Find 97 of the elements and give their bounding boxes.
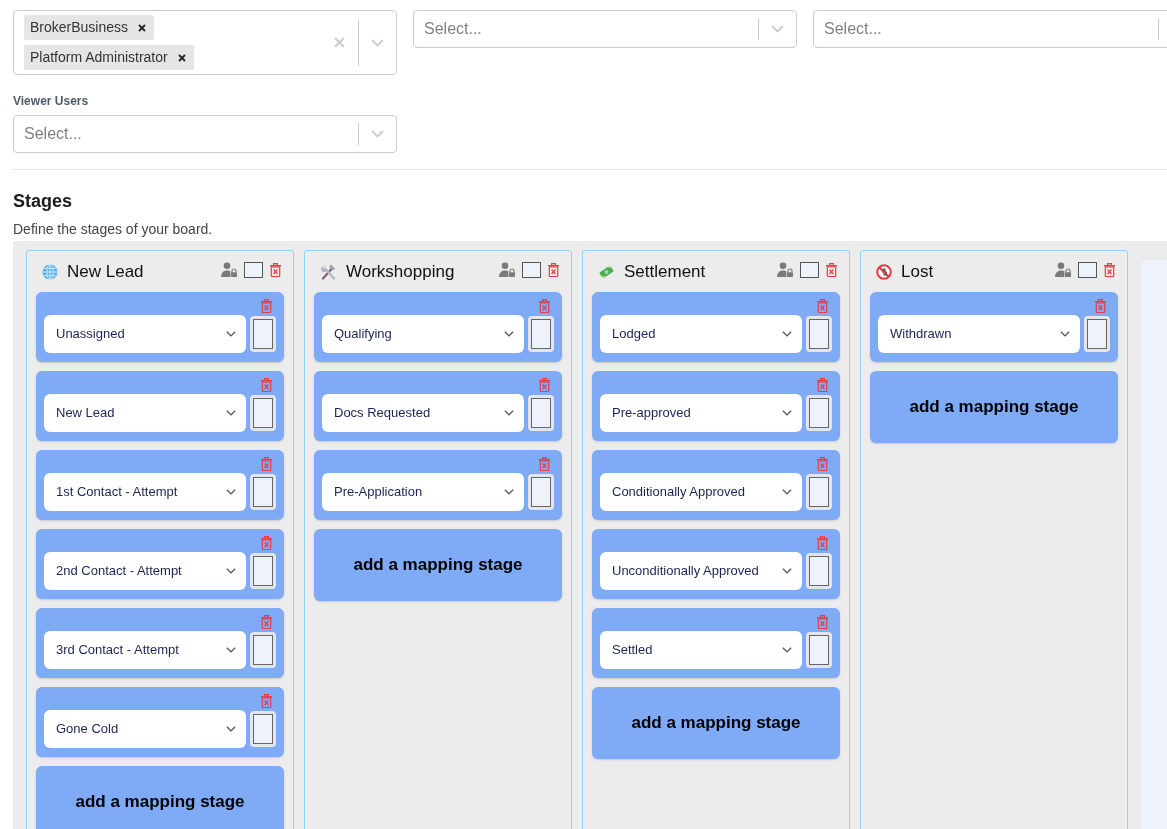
remove-icon[interactable]	[177, 53, 186, 62]
user-lock-icon[interactable]	[221, 262, 237, 277]
chevron-down-icon[interactable]	[782, 410, 793, 416]
add-mapping-button[interactable]: add a mapping stage	[36, 766, 284, 829]
section-description: Define the stages of your board.	[13, 220, 214, 238]
color-picker[interactable]	[250, 632, 276, 668]
chevron-down-icon[interactable]	[782, 568, 793, 574]
add-mapping-button[interactable]: add a mapping stage	[592, 687, 840, 759]
user-lock-icon[interactable]	[1055, 262, 1071, 277]
add-mapping-button[interactable]: add a mapping stage	[314, 529, 562, 601]
trash-icon[interactable]	[1104, 262, 1115, 277]
color-picker[interactable]	[250, 711, 276, 747]
stage-select[interactable]: Unassigned	[44, 315, 247, 353]
color-picker[interactable]	[1078, 261, 1097, 278]
column-title: Workshopping	[346, 260, 455, 283]
select-value: Pre-approved	[612, 404, 692, 423]
chevron-down-icon[interactable]	[782, 489, 793, 495]
chevron-down-icon[interactable]	[504, 489, 515, 495]
color-picker[interactable]	[528, 316, 554, 352]
color-picker[interactable]	[806, 316, 832, 352]
color-picker[interactable]	[806, 632, 832, 668]
user-lock-icon[interactable]	[499, 262, 515, 277]
color-picker[interactable]	[806, 395, 832, 431]
stage-select[interactable]: Qualifying	[322, 315, 525, 353]
chevron-down-icon[interactable]	[226, 647, 237, 653]
stage-select[interactable]: Pre-Application	[322, 473, 525, 511]
stage-select[interactable]: New Lead	[44, 394, 247, 432]
trash-icon[interactable]	[270, 262, 281, 277]
select-field[interactable]: Select...	[413, 10, 797, 48]
chevron-down-icon[interactable]	[226, 726, 237, 732]
prohibited-sign-icon	[876, 263, 892, 280]
stage-select[interactable]: Withdrawn	[878, 315, 1081, 353]
chevron-down-icon[interactable]	[504, 410, 515, 416]
select-value: Settled	[612, 641, 654, 660]
field-label: Viewer Users	[13, 94, 90, 108]
stage-select[interactable]: Conditionally Approved	[600, 473, 803, 511]
chevron-down-icon[interactable]	[782, 647, 793, 653]
color-picker[interactable]	[528, 474, 554, 510]
chevron-down-icon[interactable]	[226, 568, 237, 574]
stage-select[interactable]: Unconditionally Approved	[600, 552, 803, 590]
select-field[interactable]: Select...	[13, 115, 397, 153]
select-value: Gone Cold	[56, 720, 120, 739]
select-value: Withdrawn	[890, 325, 953, 344]
chevron-down-icon[interactable]	[782, 331, 793, 337]
tag-label: Platform Administrator	[30, 48, 168, 67]
remove-icon[interactable]	[138, 23, 147, 32]
select-value: Qualifying	[334, 325, 393, 344]
select-value: Unconditionally Approved	[612, 562, 760, 581]
column-title: Settlement	[624, 260, 706, 283]
color-picker[interactable]	[800, 261, 819, 278]
select-value: Docs Requested	[334, 404, 432, 423]
multi-select-field[interactable]: BrokerBusiness Platform Administrator	[13, 10, 397, 75]
add-mapping-button[interactable]: add a mapping stage	[870, 371, 1118, 443]
select-field[interactable]: Select...	[813, 10, 1167, 48]
stage-select[interactable]: 1st Contact - Attempt	[44, 473, 247, 511]
color-picker[interactable]	[250, 395, 276, 431]
stage-select[interactable]: 2nd Contact - Attempt	[44, 552, 247, 590]
stage-select[interactable]: Settled	[600, 631, 803, 669]
stage-select[interactable]: Lodged	[600, 315, 803, 353]
color-picker[interactable]	[1084, 316, 1110, 352]
select-value: Unassigned	[56, 325, 126, 344]
stage-select[interactable]: Gone Cold	[44, 710, 247, 748]
select-value: New Lead	[56, 404, 116, 423]
color-picker[interactable]	[806, 474, 832, 510]
trash-icon[interactable]	[826, 262, 837, 277]
select-value: 3rd Contact - Attempt	[56, 641, 180, 660]
color-picker[interactable]	[250, 553, 276, 589]
select-placeholder: Select...	[823, 19, 883, 39]
stage-select[interactable]: 3rd Contact - Attempt	[44, 631, 247, 669]
chevron-down-icon[interactable]	[226, 489, 237, 495]
column-title: New Lead	[67, 260, 144, 283]
hammer-and-wrench-icon	[320, 263, 337, 280]
color-picker[interactable]	[244, 261, 263, 278]
chevron-down-icon[interactable]	[504, 331, 515, 337]
globe-icon	[42, 263, 58, 280]
chevron-down-icon[interactable]	[226, 331, 237, 337]
chevron-down-icon[interactable]	[1060, 331, 1071, 337]
color-picker[interactable]	[250, 316, 276, 352]
select-value: 1st Contact - Attempt	[56, 483, 179, 502]
column-title: Lost	[901, 260, 934, 283]
stage-select[interactable]: Pre-approved	[600, 394, 803, 432]
select-value: 2nd Contact - Attempt	[56, 562, 183, 581]
color-picker[interactable]	[250, 474, 276, 510]
section-title: Stages	[13, 190, 74, 212]
select-value: Conditionally Approved	[612, 483, 746, 502]
trash-icon[interactable]	[548, 262, 559, 277]
chevron-down-icon[interactable]	[226, 410, 237, 416]
user-lock-icon[interactable]	[777, 262, 793, 277]
select-value: Pre-Application	[334, 483, 424, 502]
select-value: Lodged	[612, 325, 657, 344]
stage-select[interactable]: Docs Requested	[322, 394, 525, 432]
tag-label: BrokerBusiness	[30, 18, 129, 37]
select-placeholder: Select...	[23, 124, 83, 144]
select-placeholder: Select...	[423, 19, 483, 39]
color-picker[interactable]	[806, 553, 832, 589]
color-picker[interactable]	[528, 395, 554, 431]
color-picker[interactable]	[522, 261, 541, 278]
